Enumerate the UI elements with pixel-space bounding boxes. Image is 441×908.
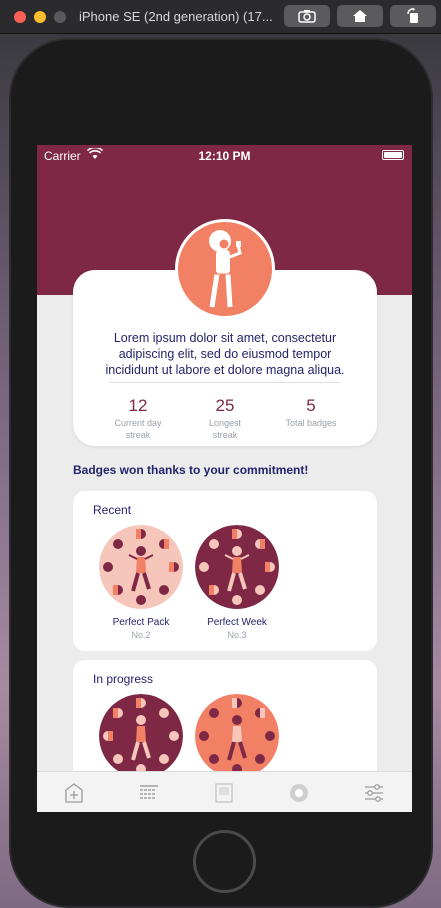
tab-book[interactable]: [212, 781, 236, 805]
tab-badges[interactable]: [287, 781, 311, 805]
tab-bar: [37, 771, 412, 812]
tab-settings[interactable]: [362, 781, 386, 805]
medal-icon: [195, 525, 279, 609]
device-home-button[interactable]: [193, 830, 256, 893]
recent-badges-card: Recent Perfect Pack No.2 Perfect Week No…: [73, 491, 377, 651]
stat-label: Longest: [208, 418, 242, 428]
camera-icon: [298, 10, 316, 23]
stat-total-badges: 5 Total badges: [266, 396, 356, 428]
add-icon: [65, 783, 83, 803]
stat-value: 5: [306, 396, 316, 415]
stat-value: 25: [215, 396, 235, 415]
stat-longest-streak: 25 Longest streak: [180, 396, 270, 440]
stat-value: 12: [128, 396, 148, 415]
card-title: Recent: [93, 503, 132, 517]
settings-sliders-icon: [365, 784, 383, 802]
rotate-icon: [407, 8, 418, 23]
card-title: In progress: [93, 672, 154, 686]
medal-icon: [99, 694, 183, 778]
badge-in-progress-1[interactable]: [99, 694, 183, 778]
home-icon: [353, 10, 367, 22]
battery-icon: [382, 150, 404, 160]
stat-label: Total badges: [285, 418, 337, 428]
book-icon: [215, 783, 233, 803]
status-time: 12:10 PM: [198, 149, 251, 163]
minimize-window-button[interactable]: [34, 11, 46, 23]
tab-add[interactable]: [62, 781, 86, 805]
badge-in-progress-2[interactable]: [195, 694, 279, 778]
simulator-title: iPhone SE (2nd generation) (17...: [79, 9, 273, 24]
stat-current-streak: 12 Current day streak: [93, 396, 183, 440]
medal-icon: [99, 525, 183, 609]
close-window-button[interactable]: [14, 11, 26, 23]
app-screen: Carrier 12:10 PM Lorem ipsum dolor sit a…: [37, 145, 412, 812]
screenshot-button[interactable]: [284, 5, 330, 27]
tab-calendar[interactable]: [137, 781, 161, 805]
home-button[interactable]: [337, 5, 383, 27]
avatar[interactable]: [175, 219, 275, 319]
person-illustration-icon: [209, 230, 242, 308]
simulator-toolbar: iPhone SE (2nd generation) (17...: [0, 0, 441, 34]
badge-name: Perfect Pack: [112, 617, 170, 628]
badge-icon: [290, 784, 308, 802]
divider: [109, 382, 341, 383]
stat-label: streak: [125, 430, 151, 440]
medal-icon: [195, 694, 279, 778]
profile-bio: Lorem ipsum dolor sit amet, consectetur …: [105, 331, 345, 377]
badge-name: Perfect Week: [207, 617, 267, 628]
status-bar: Carrier 12:10 PM: [37, 145, 412, 165]
zoom-window-button[interactable]: [54, 11, 66, 23]
badge-number: No.2: [131, 630, 151, 640]
rotate-button[interactable]: [390, 5, 436, 27]
badge-perfect-week[interactable]: Perfect Week No.3: [195, 525, 279, 640]
stat-label: streak: [212, 430, 238, 440]
badge-perfect-pack[interactable]: Perfect Pack No.2: [99, 525, 183, 640]
calendar-icon: [140, 785, 158, 799]
badges-section-title: Badges won thanks to your commitment!: [73, 463, 309, 477]
stat-label: Current day: [114, 418, 162, 428]
badge-number: No.3: [227, 630, 247, 640]
